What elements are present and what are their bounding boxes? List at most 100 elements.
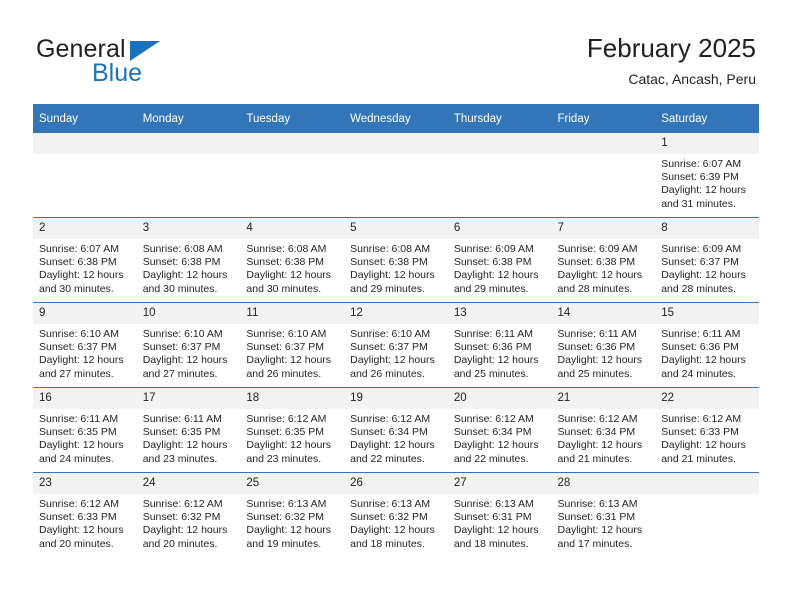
daylight-duration-line1: Daylight: 12 hours [246, 524, 332, 537]
day-number: 3 [136, 218, 241, 239]
day-sun-info: Sunrise: 6:11 AM Sunset: 6:36 PM Daylight:… [448, 324, 552, 381]
sunrise-time: Sunrise: 6:11 AM [557, 328, 637, 340]
daylight-duration-line2: and 30 minutes. [246, 282, 322, 295]
sunrise-time: Sunrise: 6:12 AM [661, 413, 742, 425]
calendar-day-cell[interactable]: 24 Sunrise: 6:12 AM Sunset: 6:32 PM Dayligh… [136, 472, 241, 557]
sunset-time: Sunset: 6:31 PM [453, 511, 532, 524]
day-sun-info: Sunrise: 6:13 AM Sunset: 6:32 PM Daylight:… [344, 494, 448, 551]
sunrise-time: Sunrise: 6:11 AM [39, 413, 119, 425]
calendar-day-cell[interactable]: 11 Sunrise: 6:10 AM Sunset: 6:37 PM Dayligh… [240, 302, 345, 388]
generalblue-logo[interactable]: General Blue [36, 36, 276, 92]
calendar-week-row: 9 Sunrise: 6:10 AM Sunset: 6:37 PM Daylight… [33, 302, 759, 388]
calendar-head: Sunday Monday Tuesday Wednesday Thursday… [33, 104, 759, 133]
daylight-duration-line2: and 27 minutes. [39, 367, 114, 380]
calendar-day-cell[interactable]: 19 Sunrise: 6:12 AM Sunset: 6:34 PM Dayligh… [344, 387, 448, 473]
sunset-time: Sunset: 6:35 PM [246, 426, 325, 439]
calendar-day-cell[interactable]: 2 Sunrise: 6:07 AM Sunset: 6:38 PM Daylight… [33, 217, 137, 303]
day-number: 8 [655, 218, 759, 239]
sunrise-time: Sunrise: 6:07 AM [661, 158, 742, 170]
sunrise-time: Sunrise: 6:08 AM [246, 243, 327, 255]
calendar-day-cell[interactable]: 15 Sunrise: 6:11 AM Sunset: 6:36 PM Dayligh… [655, 302, 759, 388]
calendar-day-cell[interactable]: 26 Sunrise: 6:13 AM Sunset: 6:32 PM Dayligh… [344, 472, 448, 557]
daylight-duration-line1: Daylight: 12 hours [39, 354, 124, 367]
calendar-day-cell[interactable]: 8 Sunrise: 6:09 AM Sunset: 6:37 PM Daylight… [655, 217, 759, 303]
sunrise-time: Sunrise: 6:12 AM [453, 413, 534, 425]
page-subtitle: Catac, Ancash, Peru [628, 71, 756, 87]
day-number: 24 [136, 473, 241, 494]
day-number: 10 [136, 303, 241, 324]
calendar-day-cell[interactable]: 14 Sunrise: 6:11 AM Sunset: 6:36 PM Dayligh… [551, 302, 656, 388]
daylight-duration-line1: Daylight: 12 hours [661, 439, 746, 452]
page-title: February 2025 [586, 33, 756, 63]
calendar-day-cell[interactable]: 21 Sunrise: 6:12 AM Sunset: 6:34 PM Dayligh… [551, 387, 656, 473]
sunset-time: Sunset: 6:33 PM [39, 511, 117, 524]
calendar-day-cell[interactable]: 6 Sunrise: 6:09 AM Sunset: 6:38 PM Daylight… [447, 217, 552, 303]
day-number: 9 [33, 303, 137, 324]
calendar-day-cell-empty [447, 133, 552, 218]
day-sun-info: Sunrise: 6:13 AM Sunset: 6:31 PM Daylight:… [448, 494, 552, 551]
sunset-time: Sunset: 6:37 PM [246, 341, 325, 354]
calendar-day-cell-empty [344, 133, 448, 218]
day-number: 23 [33, 473, 137, 494]
calendar-day-cell-empty [240, 133, 345, 218]
daylight-duration-line2: and 21 minutes. [661, 452, 736, 465]
day-number: 19 [344, 388, 448, 409]
calendar-day-cell[interactable]: 5 Sunrise: 6:08 AM Sunset: 6:38 PM Daylight… [344, 217, 448, 303]
sunset-time: Sunset: 6:32 PM [350, 511, 428, 524]
calendar-day-cell[interactable]: 25 Sunrise: 6:13 AM Sunset: 6:32 PM Dayligh… [240, 472, 345, 557]
daylight-duration-line2: and 22 minutes. [453, 452, 529, 465]
daylight-duration-line2: and 18 minutes. [453, 537, 529, 550]
day-number: 16 [33, 388, 137, 409]
day-number: 20 [447, 388, 552, 409]
calendar-day-cell[interactable]: 17 Sunrise: 6:11 AM Sunset: 6:35 PM Dayligh… [136, 387, 241, 473]
daylight-duration-line1: Daylight: 12 hours [350, 269, 435, 282]
day-number: 22 [655, 388, 759, 409]
calendar-day-cell-empty [551, 133, 656, 218]
calendar-day-cell[interactable]: 20 Sunrise: 6:12 AM Sunset: 6:34 PM Dayligh… [447, 387, 552, 473]
sunset-time: Sunset: 6:37 PM [661, 256, 739, 269]
daylight-duration-line1: Daylight: 12 hours [246, 269, 332, 282]
daylight-duration-line2: and 30 minutes. [142, 282, 218, 295]
calendar-day-cell[interactable]: 13 Sunrise: 6:11 AM Sunset: 6:36 PM Dayligh… [447, 302, 552, 388]
calendar-day-cell[interactable]: 7 Sunrise: 6:09 AM Sunset: 6:38 PM Daylight… [551, 217, 656, 303]
daylight-duration-line1: Daylight: 12 hours [39, 439, 124, 452]
calendar-day-cell[interactable]: 4 Sunrise: 6:08 AM Sunset: 6:38 PM Daylight… [240, 217, 345, 303]
sunset-time: Sunset: 6:38 PM [246, 256, 325, 269]
day-sun-info: Sunrise: 6:09 AM Sunset: 6:38 PM Daylight:… [552, 239, 656, 296]
calendar-day-cell[interactable]: 10 Sunrise: 6:10 AM Sunset: 6:37 PM Dayligh… [136, 302, 241, 388]
day-sun-info: Sunrise: 6:12 AM Sunset: 6:33 PM Daylight:… [655, 409, 759, 466]
weekday-header-friday: Friday [551, 104, 656, 133]
daylight-duration-line2: and 26 minutes. [246, 367, 322, 380]
sunrise-time: Sunrise: 6:13 AM [246, 498, 327, 510]
sunset-time: Sunset: 6:32 PM [246, 511, 325, 524]
sunset-time: Sunset: 6:37 PM [39, 341, 117, 354]
sunset-time: Sunset: 6:34 PM [557, 426, 636, 439]
calendar-day-cell[interactable]: 1 Sunrise: 6:07 AM Sunset: 6:39 PM Daylight… [655, 133, 759, 218]
calendar-day-cell[interactable]: 28 Sunrise: 6:13 AM Sunset: 6:31 PM Dayligh… [551, 472, 656, 557]
calendar-day-cell[interactable]: 9 Sunrise: 6:10 AM Sunset: 6:37 PM Daylight… [33, 302, 137, 388]
day-sun-info: Sunrise: 6:12 AM Sunset: 6:34 PM Daylight:… [448, 409, 552, 466]
day-number: 18 [240, 388, 345, 409]
daylight-duration-line2: and 31 minutes. [661, 197, 736, 210]
daylight-duration-line2: and 28 minutes. [557, 282, 633, 295]
sunset-time: Sunset: 6:39 PM [661, 171, 739, 184]
daylight-duration-line1: Daylight: 12 hours [557, 269, 643, 282]
daylight-duration-line2: and 24 minutes. [39, 452, 114, 465]
sunset-time: Sunset: 6:35 PM [39, 426, 117, 439]
day-sun-info: Sunrise: 6:10 AM Sunset: 6:37 PM Daylight:… [344, 324, 448, 381]
calendar-page: General Blue February 2025 Catac, Ancash… [0, 0, 792, 612]
calendar-day-cell[interactable]: 22 Sunrise: 6:12 AM Sunset: 6:33 PM Dayligh… [655, 387, 759, 473]
title-block: February 2025 Catac, Ancash, Peru [587, 32, 756, 88]
day-number [447, 133, 552, 154]
daylight-duration-line1: Daylight: 12 hours [453, 354, 539, 367]
calendar-day-cell[interactable]: 23 Sunrise: 6:12 AM Sunset: 6:33 PM Dayligh… [33, 472, 137, 557]
daylight-duration-line2: and 27 minutes. [142, 367, 218, 380]
calendar-day-cell[interactable]: 16 Sunrise: 6:11 AM Sunset: 6:35 PM Dayligh… [33, 387, 137, 473]
sunset-time: Sunset: 6:35 PM [142, 426, 221, 439]
calendar-day-cell[interactable]: 3 Sunrise: 6:08 AM Sunset: 6:38 PM Daylight… [136, 217, 241, 303]
day-number: 14 [551, 303, 656, 324]
calendar-day-cell[interactable]: 12 Sunrise: 6:10 AM Sunset: 6:37 PM Dayligh… [344, 302, 448, 388]
calendar-day-cell[interactable]: 18 Sunrise: 6:12 AM Sunset: 6:35 PM Dayligh… [240, 387, 345, 473]
calendar-day-cell[interactable]: 27 Sunrise: 6:13 AM Sunset: 6:31 PM Dayligh… [447, 472, 552, 557]
day-number: 17 [136, 388, 241, 409]
